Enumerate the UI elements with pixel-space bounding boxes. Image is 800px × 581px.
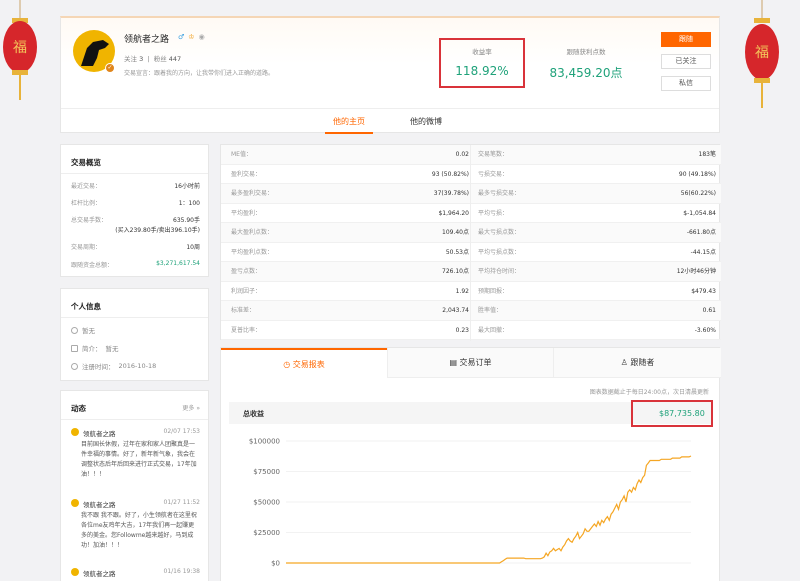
- y-tick-label: $0: [271, 560, 280, 568]
- tab-home[interactable]: 他的主页: [325, 116, 373, 134]
- chart-card: ◷ 交易报表 ▤ 交易订单 ♙ 跟随者 图表数据截止于每日24:00点，次日清晨…: [220, 347, 721, 581]
- lantern-right-icon: 福: [745, 0, 779, 108]
- news-item[interactable]: 领航者之路 01/16 19:38: [71, 568, 200, 580]
- metrics-table: ME值： 0.02 交易笔数： 183笔盈利交易： 93 (50.82%) 亏损交易： 90…: [220, 144, 721, 341]
- personal-title: 个人信息: [71, 302, 101, 311]
- svg-text:福: 福: [13, 40, 27, 56]
- metric-cell: 最大回撤： -3.60%: [478, 326, 716, 334]
- fans-count[interactable]: 447: [169, 55, 181, 63]
- trade-motto: 交易宣言：跟着我的方向，让我带你们进入正确的道路。: [124, 70, 275, 77]
- y-tick-label: $100000: [249, 438, 280, 446]
- return-value: 118.92%: [455, 64, 509, 78]
- points-label: 跟随获利点数: [566, 48, 606, 56]
- verified-badge-icon: ✓: [105, 63, 115, 73]
- total-profit-value: $87,735.80: [659, 409, 705, 418]
- metric-row: 平均盈利： $1,964.20 平均亏损： $-1,054.84: [221, 204, 721, 223]
- metric-row: 标准差： 2,043.74 胜率值： 0.61: [221, 301, 721, 321]
- male-icon: ♂: [178, 33, 185, 41]
- news-card: 动态 更多 » 领航者之路 02/07 17:53 目前国长休假，过年在家和家人…: [60, 390, 209, 581]
- metric-cell: 平均盈利点数： 50.53点: [231, 248, 469, 256]
- metric-cell: 平均亏损： $-1,054.84: [478, 209, 716, 217]
- metric-cell: 亏损交易： 90 (49.18%): [478, 170, 716, 178]
- metric-row: 平均盈利点数： 50.53点 平均亏损点数： -44.15点: [221, 243, 721, 262]
- orders-tab-icon: ▤: [449, 358, 460, 367]
- points-value: 83,459.20点: [549, 66, 623, 80]
- tab-trade-report[interactable]: ◷ 交易报表: [221, 348, 387, 378]
- news-title: 动态: [71, 404, 86, 413]
- metric-cell: 最大亏损点数： -661.80点: [478, 229, 716, 236]
- metric-cell: 盈亏点数： 726.10点: [231, 268, 469, 275]
- metric-row: 最多盈利交易： 37(39.78%) 最多亏损交易： 56(60.22%): [221, 184, 721, 204]
- metric-row: 最大盈利点数： 109.40点 最大亏损点数： -661.80点: [221, 223, 721, 243]
- overview-row: 杠杆比例： 1：100: [71, 200, 200, 207]
- metric-cell: 胜率值： 0.61: [478, 307, 716, 314]
- y-tick-label: $75000: [253, 468, 280, 476]
- metric-cell: 最多亏损交易： 56(60.22%): [478, 190, 716, 197]
- profit-chart: $0 $25000 $50000 $75000 $100000: [249, 438, 692, 568]
- location-row: 暂无: [71, 325, 95, 335]
- clock-icon: [71, 362, 78, 370]
- overview-row: 交易周期： 10周: [71, 244, 200, 251]
- metric-cell: 平均持仓时间： 12小时46分钟: [478, 268, 716, 275]
- overview-row: 总交易手数： 635.90手: [71, 217, 200, 224]
- follow-trade-button[interactable]: 跟随: [661, 32, 711, 47]
- avatar: [71, 499, 79, 507]
- profile-header: ✓ 领航者之路 ♂ ♔ ◉ 关注 3 | 粉丝 447 交易宣言：跟着我的方向，…: [60, 16, 720, 134]
- metric-cell: 标准差： 2,043.74: [231, 307, 469, 314]
- metric-cell: 交易笔数： 183笔: [478, 151, 716, 158]
- personal-info-card: 个人信息 暂无 简介： 暂无 注册时间： 2016-10-18: [60, 288, 209, 381]
- metric-row: 盈利交易： 93 (50.82%) 亏损交易： 90 (49.18%): [221, 165, 721, 184]
- y-tick-label: $25000: [253, 529, 280, 537]
- metric-row: 利润因子： 1.92 预期回报： $479.43: [221, 282, 721, 301]
- follow-count[interactable]: 3: [139, 55, 143, 63]
- overview-row: 最近交易： 16小时前: [71, 183, 200, 190]
- tab-weibo[interactable]: 他的微博: [410, 116, 442, 127]
- user-tab-icon: ♙: [620, 358, 631, 367]
- metric-cell: 平均亏损点数： -44.15点: [478, 248, 716, 256]
- follow-label: 关注: [124, 55, 137, 63]
- follow-stats: 关注 3 | 粉丝 447: [124, 55, 182, 63]
- avatar: [71, 428, 79, 436]
- overview-title: 交易概览: [71, 158, 101, 167]
- news-item[interactable]: 领航者之路 01/27 11:52 我不跟 我不跟。好了，小生领航者在这里祝各位…: [71, 499, 200, 559]
- svg-text:福: 福: [755, 45, 769, 61]
- chart-update-note: 图表数据截止于每日24:00点，次日清晨更新: [589, 389, 709, 396]
- register-row: 注册时间： 2016-10-18: [71, 361, 156, 371]
- tab-followers[interactable]: ♙ 跟随者: [553, 348, 721, 378]
- location-pin-icon: [71, 326, 78, 334]
- rank-badge-icon: ♔: [188, 33, 195, 41]
- avatar: [71, 568, 79, 576]
- news-item[interactable]: 领航者之路 02/07 17:53 目前国长休假，过年在家和家人团聚真是一件幸福…: [71, 428, 200, 488]
- metric-row: 夏普比率： 0.23 最大回撤： -3.60%: [221, 321, 721, 340]
- fans-label: 粉丝: [153, 55, 167, 63]
- metric-cell: 夏普比率： 0.23: [231, 326, 469, 334]
- profile-tabs: 他的主页 他的微博: [61, 108, 719, 134]
- y-tick-label: $50000: [253, 499, 280, 507]
- metric-cell: 最大盈利点数： 109.40点: [231, 229, 469, 236]
- metric-row: ME值： 0.02 交易笔数： 183笔: [221, 145, 721, 165]
- overview-row: 跟随资金总额： $3,271,617.54: [71, 260, 200, 269]
- metric-row: 盈亏点数： 726.10点 平均持仓时间： 12小时46分钟: [221, 262, 721, 282]
- metric-cell: 平均盈利： $1,964.20: [231, 209, 469, 217]
- level-badge-icon: ◉: [198, 33, 205, 41]
- series-line: [286, 455, 692, 564]
- bio-row: 简介： 暂无: [71, 343, 119, 353]
- chart-tab-icon: ◷: [283, 360, 293, 369]
- followed-button[interactable]: 已关注: [661, 54, 711, 69]
- metric-cell: 最多盈利交易： 37(39.78%): [231, 190, 469, 197]
- metric-cell: ME值： 0.02: [231, 151, 469, 158]
- news-more-link[interactable]: 更多 »: [182, 403, 200, 412]
- total-profit-label: 总收益: [243, 410, 264, 418]
- tab-trade-orders[interactable]: ▤ 交易订单: [387, 348, 553, 378]
- user-name[interactable]: 领航者之路: [124, 32, 169, 45]
- lantern-left-icon: 福: [3, 0, 37, 100]
- profile-card-icon: [71, 344, 78, 352]
- message-button[interactable]: 私信: [661, 76, 711, 91]
- metric-cell: 盈利交易： 93 (50.82%): [231, 170, 469, 178]
- metric-cell: 预期回报： $479.43: [478, 287, 716, 295]
- metric-cell: 利润因子： 1.92: [231, 287, 469, 295]
- return-label: 收益率: [472, 48, 492, 56]
- trade-overview-card: 交易概览 最近交易： 16小时前 杠杆比例： 1：100 总交易手数： 635.90手…: [60, 144, 209, 277]
